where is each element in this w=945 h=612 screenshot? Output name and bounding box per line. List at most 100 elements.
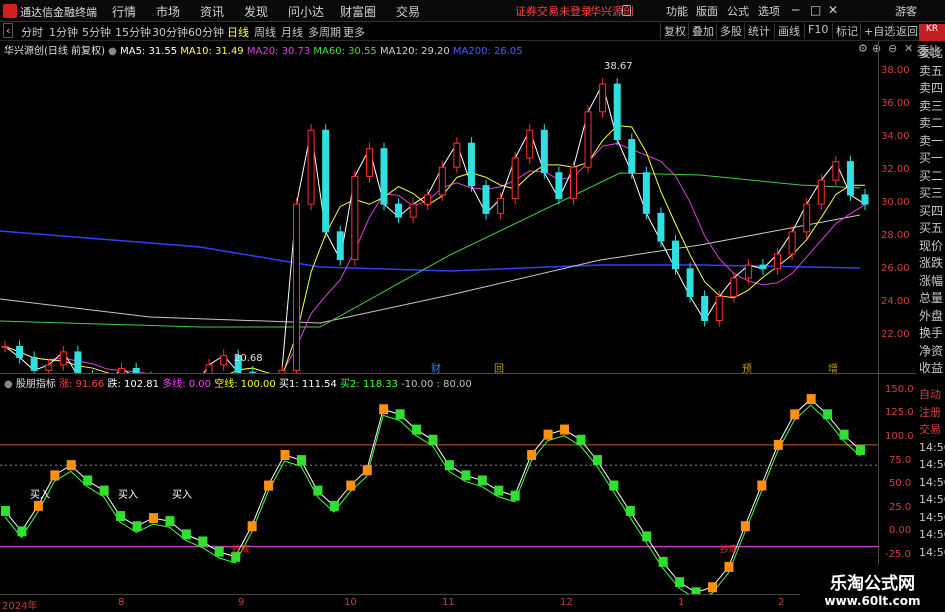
tab-1min[interactable]: 1分钟 bbox=[49, 24, 78, 40]
btn-huaxian[interactable]: 画线 bbox=[774, 23, 800, 39]
watermark: 乐淘公式网 www.60lt.com bbox=[800, 565, 945, 609]
indicator-block bbox=[691, 587, 701, 594]
candle-body bbox=[744, 264, 752, 279]
maximize-icon[interactable]: □ bbox=[810, 3, 821, 17]
broker-notice[interactable]: 证券交易未登录 bbox=[515, 3, 592, 19]
indicator-block bbox=[412, 424, 422, 435]
indicator-block bbox=[280, 450, 290, 461]
close-icon[interactable]: ✕ bbox=[828, 3, 838, 17]
guest-label[interactable]: 游客 bbox=[895, 3, 917, 19]
menu-zixun[interactable]: 资讯 bbox=[200, 3, 224, 20]
indicator-block bbox=[83, 475, 93, 486]
date-tick: 1 bbox=[678, 597, 685, 608]
btn-fuquan[interactable]: 复权 bbox=[660, 23, 686, 39]
btn-fanhui[interactable]: 返回 bbox=[892, 23, 918, 39]
menu-faxian[interactable]: 发现 bbox=[244, 3, 268, 20]
btn-zixuan[interactable]: +自选 bbox=[860, 23, 895, 39]
tab-weekly[interactable]: 周线 bbox=[254, 24, 276, 40]
ind-tick: 50.0 bbox=[889, 478, 912, 489]
candle-body bbox=[817, 179, 825, 205]
menu-wenxiaoda[interactable]: 问小达 bbox=[288, 3, 324, 20]
quote-buy2: 买二 bbox=[919, 168, 944, 183]
app-logo-icon bbox=[3, 4, 17, 18]
date-tick: 2024年 bbox=[2, 601, 38, 612]
candle-body bbox=[613, 83, 621, 140]
trade-register[interactable]: 注册 bbox=[919, 404, 945, 422]
candle-body bbox=[788, 231, 796, 255]
price-tick: 38.00 bbox=[881, 65, 910, 76]
menu-gongneng[interactable]: 功能 bbox=[666, 3, 688, 19]
candle-body bbox=[482, 185, 490, 214]
menu-jiaoyi[interactable]: 交易 bbox=[396, 3, 420, 20]
date-tick: 10 bbox=[344, 597, 357, 608]
menu-bar: 通达信金融终端 行情 市场 资讯 发现 问小达 财富圈 交易 证券交易未登录 华… bbox=[0, 0, 945, 22]
price-chart[interactable]: 38.67 20.68 bbox=[0, 55, 878, 373]
tab-multi[interactable]: 多周期 bbox=[308, 24, 341, 40]
candle-body bbox=[395, 203, 403, 218]
date-tick: 8 bbox=[118, 597, 125, 608]
menu-shichang[interactable]: 市场 bbox=[156, 3, 180, 20]
indicator-block bbox=[839, 429, 849, 440]
trade-jiaoyi[interactable]: 交易 bbox=[919, 421, 945, 439]
tab-fenshi[interactable]: 分时 bbox=[21, 24, 43, 40]
high-label: 38.67 bbox=[604, 61, 633, 72]
buy-label: 买入 bbox=[30, 489, 50, 501]
indicator-block bbox=[708, 582, 718, 593]
price-tick: 24.00 bbox=[881, 296, 910, 307]
tab-15min[interactable]: 15分钟 bbox=[115, 24, 151, 40]
indicator-block bbox=[790, 409, 800, 420]
tab-daily[interactable]: 日线 bbox=[227, 24, 249, 40]
indicator-block bbox=[247, 521, 257, 532]
indicator-block bbox=[181, 529, 191, 540]
menu-xuanxiang[interactable]: 选项 bbox=[758, 3, 780, 19]
tab-30min[interactable]: 30分钟 bbox=[152, 24, 188, 40]
candle-body bbox=[540, 129, 548, 174]
tab-more[interactable]: 更多 bbox=[343, 24, 365, 40]
candle-body bbox=[569, 166, 577, 200]
tab-5min[interactable]: 5分钟 bbox=[82, 24, 111, 40]
date-tick: 2 bbox=[778, 597, 785, 608]
btn-tongji[interactable]: 统计 bbox=[744, 23, 770, 39]
indicator-block bbox=[132, 521, 142, 532]
minimize-icon[interactable]: ─ bbox=[792, 3, 799, 17]
menu-caifuquan[interactable]: 财富圈 bbox=[340, 3, 376, 20]
indicator-block bbox=[379, 404, 389, 415]
indicator-block bbox=[543, 429, 553, 440]
indicator-block bbox=[510, 490, 520, 501]
menu-hangqing[interactable]: 行情 bbox=[112, 3, 136, 20]
candle-body bbox=[701, 295, 709, 322]
btn-duogu[interactable]: 多股 bbox=[716, 23, 742, 39]
ma200-line bbox=[0, 230, 861, 272]
menu-gongshi[interactable]: 公式 bbox=[727, 3, 749, 19]
indicator-chart[interactable]: 买入 买入 买入抄底 抄底 bbox=[0, 388, 878, 594]
btn-diejia[interactable]: 叠加 bbox=[688, 23, 714, 39]
indicator-block bbox=[625, 505, 635, 516]
quote-buy4: 买四 bbox=[919, 203, 944, 218]
candle-body bbox=[672, 240, 680, 270]
trade-auto[interactable]: 自动 bbox=[919, 386, 945, 404]
candle-body bbox=[715, 295, 723, 322]
indicator-block bbox=[642, 531, 652, 542]
indicator-block bbox=[560, 424, 570, 435]
candle-body bbox=[1, 345, 9, 348]
candle-body bbox=[365, 148, 373, 177]
btn-biaoji[interactable]: 标记 bbox=[832, 23, 858, 39]
chevron-left-icon[interactable]: ‹ bbox=[3, 23, 14, 38]
menu-banmian[interactable]: 版面 bbox=[696, 3, 718, 19]
tab-monthly[interactable]: 月线 bbox=[281, 24, 303, 40]
btn-f10[interactable]: F10 bbox=[804, 23, 828, 39]
settings-icon[interactable]: ⚙ bbox=[858, 42, 868, 55]
quote-volume: 总量 bbox=[919, 291, 944, 305]
indicator-block bbox=[66, 460, 76, 471]
candle-body bbox=[584, 111, 592, 168]
candle-body bbox=[832, 161, 840, 181]
quote-eps: 收益 bbox=[919, 361, 944, 375]
indicator-block bbox=[148, 513, 158, 524]
price-tick: 32.00 bbox=[881, 164, 910, 175]
tab-60min[interactable]: 60分钟 bbox=[188, 24, 224, 40]
trade-time: 14:56 bbox=[919, 510, 945, 524]
indicator-block bbox=[362, 465, 372, 476]
candle-body bbox=[351, 175, 359, 261]
indicator-block bbox=[50, 470, 60, 481]
lock-icon[interactable] bbox=[622, 5, 631, 16]
